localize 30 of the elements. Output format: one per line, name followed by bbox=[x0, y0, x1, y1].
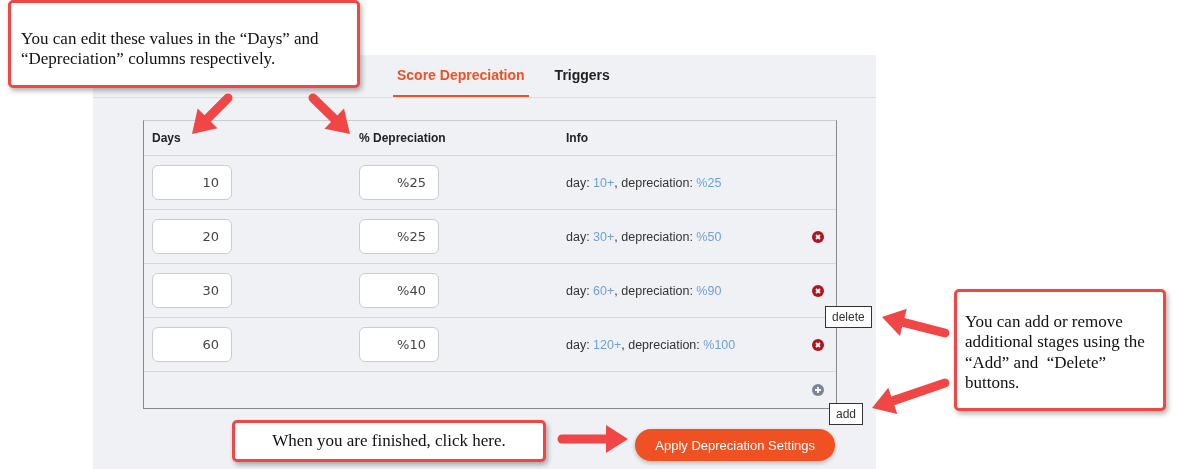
days-input[interactable]: 60 bbox=[152, 327, 232, 362]
callout-arrow bbox=[882, 308, 950, 338]
depreciation-input[interactable]: %40 bbox=[359, 273, 439, 308]
info-text: day: 60+, depreciation: %90 bbox=[566, 283, 722, 298]
info-text: day: 120+, depreciation: %100 bbox=[566, 337, 736, 352]
column-header: Info bbox=[565, 131, 589, 145]
info-text: day: 10+, depreciation: %25 bbox=[566, 175, 722, 190]
delete-icon[interactable] bbox=[812, 338, 824, 351]
info-text: day: 30+, depreciation: %50 bbox=[566, 229, 722, 244]
callout-arrow bbox=[308, 93, 350, 134]
delete-icon[interactable] bbox=[812, 230, 824, 243]
depreciation-input[interactable]: %25 bbox=[359, 165, 439, 200]
callout-text: When you are finished, click here. bbox=[272, 430, 506, 452]
tooltip: add bbox=[829, 403, 864, 425]
depreciation-input[interactable]: %10 bbox=[359, 327, 439, 362]
tab[interactable]: Triggers bbox=[550, 55, 614, 97]
callout-text: You can edit these values in the “Days” and “Depreciation” columns respectively. bbox=[21, 29, 319, 69]
days-input[interactable]: 20 bbox=[152, 219, 232, 254]
delete-icon[interactable] bbox=[812, 284, 824, 297]
column-header: Days bbox=[151, 131, 182, 145]
add-icon[interactable] bbox=[812, 384, 824, 396]
tooltip: delete bbox=[825, 306, 872, 328]
callout-arrow bbox=[192, 93, 233, 134]
days-input[interactable]: 10 bbox=[152, 165, 232, 200]
depreciation-input[interactable]: %25 bbox=[359, 219, 439, 254]
callout-text: You can add or remove additional stages using the “Add” and “Delete” buttons. bbox=[965, 312, 1146, 393]
callout-arrow bbox=[557, 425, 628, 453]
column-header: % Depreciation bbox=[358, 131, 447, 145]
days-input[interactable]: 30 bbox=[152, 273, 232, 308]
apply-settings-button[interactable]: Apply Depreciation Settings bbox=[635, 429, 835, 461]
